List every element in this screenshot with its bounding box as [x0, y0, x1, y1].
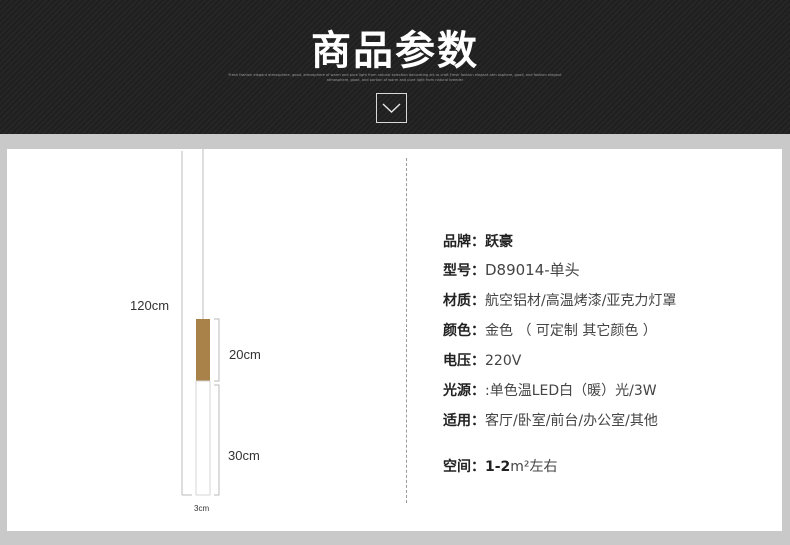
- white-length-bracket: [214, 384, 220, 496]
- header-banner: 商品参数 Fresh fashion elegant atmosphere, g…: [0, 0, 790, 134]
- spec-space: 空间：1-2m²左右: [443, 459, 558, 475]
- vertical-divider: [406, 158, 407, 503]
- lamp-diagram: [181, 149, 220, 496]
- spec-usage: 适用：客厅/卧室/前台/办公室/其他: [443, 413, 658, 429]
- spec-color: 颜色：金色 （ 可定制 其它颜色 ）: [443, 323, 657, 339]
- spec-brand: 品牌：跃豪: [443, 234, 513, 250]
- page-title: 商品参数: [311, 28, 479, 74]
- spec-voltage: 电压：220V: [443, 353, 522, 369]
- white-length-label: 30cm: [228, 448, 260, 463]
- chevron-down-icon: [382, 103, 401, 113]
- scroll-down-button[interactable]: [376, 93, 407, 123]
- lamp-gold-body: [196, 319, 210, 381]
- product-panel: 120cm 20cm 30cm 3cm 品牌：跃豪 型号：D89014-单头 材…: [7, 149, 782, 531]
- total-length-label: 120cm: [130, 298, 170, 313]
- spec-material: 材质：航空铝材/高温烤漆/亚克力灯罩: [443, 293, 677, 309]
- spec-light-source: 光源：:单色温LED白（暖）光/3W: [443, 383, 657, 399]
- banner-subtitle: Fresh fashion elegant atmosphere, good, …: [228, 73, 562, 82]
- lamp-white-diffuser: [195, 380, 211, 496]
- spec-model: 型号：D89014-单头: [443, 261, 580, 279]
- gold-length-label: 20cm: [229, 347, 261, 362]
- diameter-label: 3cm: [194, 504, 210, 513]
- gold-length-bracket: [214, 318, 220, 382]
